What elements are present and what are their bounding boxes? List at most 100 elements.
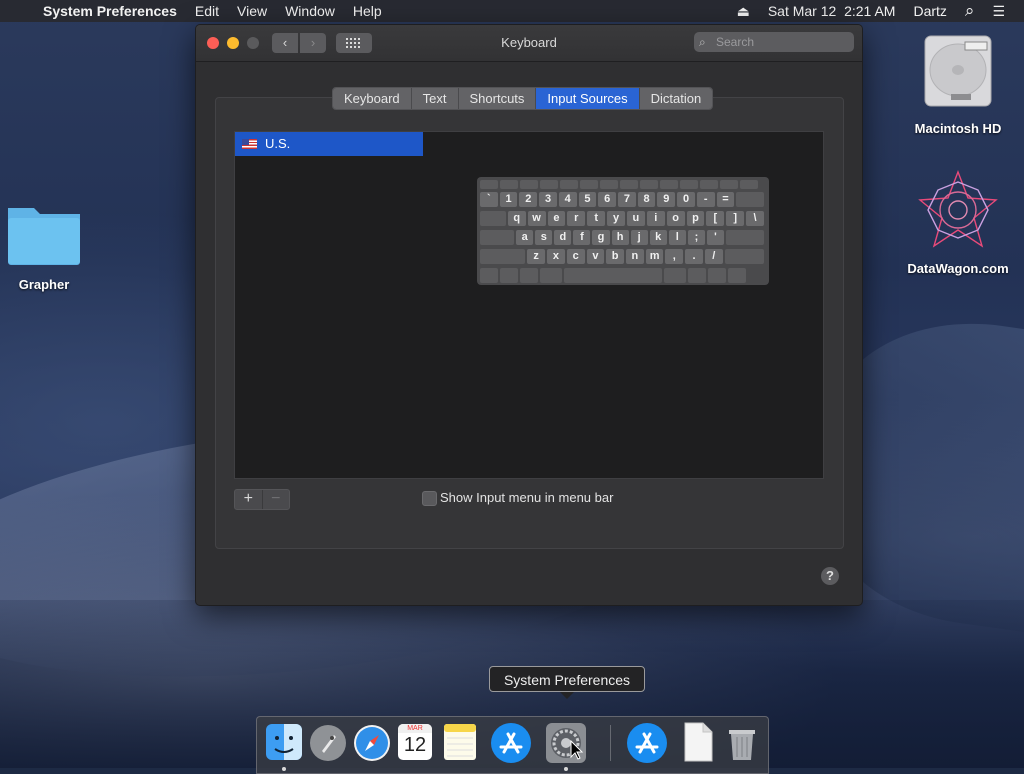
app-store-folder-icon (627, 723, 667, 763)
keyboard-key: s (535, 230, 553, 245)
show-input-menu-checkbox[interactable] (422, 491, 437, 506)
menu-help[interactable]: Help (344, 0, 391, 22)
keyboard-key: l (668, 230, 686, 245)
back-button[interactable]: ‹ (272, 33, 298, 53)
menu-user[interactable]: Dartz (904, 0, 955, 22)
dock-safari[interactable] (351, 721, 393, 763)
tab-dictation[interactable]: Dictation (639, 88, 713, 109)
keyboard-key (680, 180, 698, 189)
desktop-icon-macintosh-hd[interactable]: Macintosh HD (900, 32, 1016, 136)
desktop-icon-grapher[interactable]: Grapher (0, 200, 88, 292)
dock-document[interactable] (677, 721, 719, 763)
keyboard-key (620, 180, 638, 189)
keyboard-key: 7 (618, 192, 636, 207)
keyboard-key: ] (726, 211, 745, 226)
add-remove-control: + − (234, 489, 290, 510)
keyboard-key: \ (746, 211, 764, 226)
tab-input-sources[interactable]: Input Sources (536, 88, 640, 109)
keyboard-key (520, 268, 538, 283)
eject-icon[interactable]: ⏏ (728, 0, 759, 22)
keyboard-key: 6 (598, 192, 617, 207)
dock-calendar[interactable]: MAR 12 (395, 721, 437, 763)
remove-input-source-button[interactable]: − (263, 490, 290, 509)
menu-edit[interactable]: Edit (186, 0, 228, 22)
keyboard-key: q (507, 211, 526, 226)
keyboard-function-row (480, 180, 766, 189)
dock-app-store-downloads[interactable] (625, 721, 667, 763)
calendar-day: 12 (403, 734, 427, 756)
app-store-icon (491, 723, 531, 763)
calendar-month: MAR (398, 724, 432, 733)
keyboard-key: h (611, 230, 629, 245)
keyboard-key: f (573, 230, 591, 245)
keyboard-key: p (686, 211, 705, 226)
geometric-star-icon (918, 170, 998, 248)
finder-icon (266, 724, 302, 760)
close-button[interactable] (207, 37, 219, 49)
spotlight-search-icon[interactable]: ⌕ (956, 0, 984, 22)
keyboard-key: 0 (677, 192, 695, 207)
notification-center-icon[interactable]: ☰ (983, 0, 1014, 22)
keyboard-key (480, 211, 506, 226)
keyboard-layout-preview: ` 1 2 3 4 5 6 7 8 9 0- = q w e r t y u i o p[] \ a s d f g h j k l; ' z x c… (477, 177, 769, 285)
menu-app-name[interactable]: System Preferences (34, 0, 186, 22)
hard-drive-icon (924, 35, 992, 107)
keyboard-key (540, 180, 558, 189)
search-field[interactable]: ⌕ Search (694, 32, 854, 52)
keyboard-key: ; (687, 230, 705, 245)
dock-notes[interactable] (439, 721, 481, 763)
list-item[interactable]: U.S. (235, 132, 423, 156)
keyboard-row: q w e r t y u i o p[] \ (480, 211, 766, 227)
tab-shortcuts[interactable]: Shortcuts (458, 88, 537, 109)
keyboard-key: m (645, 249, 664, 264)
folder-icon (8, 208, 80, 265)
keyboard-key (724, 249, 765, 264)
forward-button[interactable]: › (300, 33, 326, 53)
keyboard-key (520, 180, 538, 189)
keyboard-key: w (527, 211, 546, 226)
keyboard-row: ` 1 2 3 4 5 6 7 8 9 0- = (480, 192, 766, 208)
grid-icon (346, 38, 360, 48)
keyboard-preview-pane: ` 1 2 3 4 5 6 7 8 9 0- = q w e r t y u i o p[] \ a s d f g h j k l; ' z x c… (423, 131, 824, 479)
keyboard-key: , (665, 249, 684, 264)
help-button[interactable]: ? (821, 567, 839, 585)
desktop-icon-label: Macintosh HD (914, 121, 1002, 136)
rocket-icon (310, 725, 346, 761)
keyboard-key (664, 268, 686, 283)
menu-window[interactable]: Window (276, 0, 344, 22)
desktop-icon-datawagon[interactable]: DataWagon.com (900, 168, 1016, 276)
keyboard-key (480, 268, 498, 283)
dock-launchpad[interactable] (307, 721, 349, 763)
tab-text[interactable]: Text (411, 88, 459, 109)
tab-keyboard[interactable]: Keyboard (333, 88, 412, 109)
add-input-source-button[interactable]: + (235, 490, 263, 509)
keyboard-key (600, 180, 618, 189)
dock-trash[interactable] (721, 721, 763, 763)
dock-finder[interactable] (263, 721, 305, 771)
mouse-pointer-icon (570, 740, 584, 760)
keyboard-key: 3 (539, 192, 557, 207)
input-sources-list[interactable]: U.S. (234, 131, 424, 479)
title-bar[interactable]: ‹ › Keyboard ⌕ Search (196, 25, 862, 62)
keyboard-key (720, 180, 738, 189)
show-input-menu-label[interactable]: Show Input menu in menu bar (440, 489, 613, 507)
desktop-icon-label: DataWagon.com (907, 261, 1009, 276)
menu-datetime[interactable]: Sat Mar 12 2:21 AM (759, 0, 905, 22)
notes-icon (444, 724, 476, 760)
keyboard-key: / (704, 249, 723, 264)
keyboard-key (500, 180, 518, 189)
trash-icon (729, 730, 755, 760)
keyboard-key (736, 192, 764, 207)
menu-view[interactable]: View (228, 0, 276, 22)
keyboard-row: a s d f g h j k l; ' (480, 230, 766, 246)
keyboard-key (740, 180, 758, 189)
keyboard-key: o (666, 211, 685, 226)
show-all-grid-button[interactable] (336, 33, 372, 53)
keyboard-key: b (606, 249, 624, 264)
keyboard-key (700, 180, 718, 189)
minimize-button[interactable] (227, 37, 239, 49)
menu-bar: System Preferences Edit View Window Help… (0, 0, 1024, 22)
dock-app-store[interactable] (489, 721, 531, 763)
keyboard-key: 4 (558, 192, 577, 207)
zoom-button[interactable] (247, 37, 259, 49)
